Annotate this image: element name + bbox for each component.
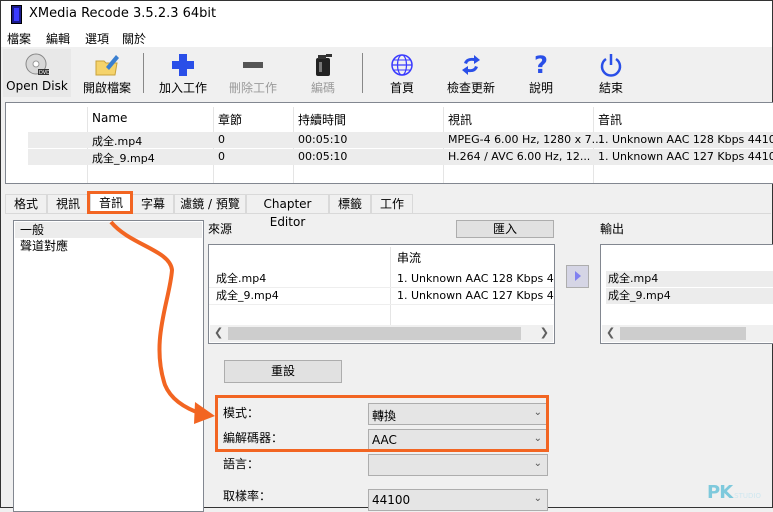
globe-icon <box>389 53 415 77</box>
horizontal-scrollbar[interactable]: ❮ ❯ <box>210 325 553 342</box>
tab-tags[interactable]: 標籤 <box>329 194 371 213</box>
open-disk-button[interactable]: DVD Open Disk <box>3 49 71 97</box>
source-stream-grid[interactable]: 串流 成全.mp4 1. Unknown AAC 128 Kbps 441...… <box>208 244 555 344</box>
tab-jobs[interactable]: 工作 <box>371 194 413 213</box>
scrollbar-thumb[interactable] <box>228 327 521 340</box>
film-canister-icon <box>310 53 336 77</box>
copy-to-output-button[interactable] <box>566 265 589 288</box>
table-row[interactable]: 成全_9.mp4 1. Unknown AAC 127 Kbps 441... <box>209 288 554 305</box>
menu-file[interactable]: 檔案 <box>7 30 31 47</box>
mode-select[interactable]: 轉換 ⌄ <box>368 403 548 425</box>
power-icon <box>598 53 624 77</box>
output-label: 輸出 <box>600 222 625 236</box>
language-label: 語言： <box>223 457 260 471</box>
disc-icon: DVD <box>24 53 50 77</box>
column-header-duration[interactable]: 持續時間 <box>298 111 346 128</box>
output-grid[interactable]: 成全.mp4 成全_9.mp4 ❮ <box>600 244 773 344</box>
home-button[interactable]: 首頁 <box>379 49 425 97</box>
folder-icon <box>94 53 120 77</box>
app-window: XMedia Recode 3.5.2.3 64bit 檔案 編輯 選項 關於 … <box>0 0 773 512</box>
open-file-button[interactable]: 開啟檔案 <box>76 49 138 97</box>
source-label: 來源 <box>208 222 233 236</box>
menu-about[interactable]: 關於 <box>122 30 146 47</box>
toolbar-separator <box>143 53 144 93</box>
tab-video[interactable]: 視訊 <box>47 194 89 213</box>
codec-select[interactable]: AAC ⌄ <box>368 429 548 451</box>
column-header-video[interactable]: 視訊 <box>448 111 472 128</box>
title-bar: XMedia Recode 3.5.2.3 64bit <box>1 1 772 28</box>
remove-job-button[interactable]: 刪除工作 <box>223 49 283 97</box>
reset-button[interactable]: 重設 <box>224 360 342 383</box>
play-arrow-icon <box>574 271 581 281</box>
import-button[interactable]: 匯入 <box>456 220 554 238</box>
svg-text:DVD: DVD <box>39 70 50 76</box>
add-job-button[interactable]: 加入工作 <box>153 49 213 97</box>
audio-category-list[interactable]: 一般 聲道對應 <box>13 220 204 512</box>
table-row[interactable]: 成全_9.mp4 0 00:05:10 H.264 / AVC 6.00 Hz,… <box>28 149 773 165</box>
column-header-chapters[interactable]: 章節 <box>218 111 242 128</box>
scroll-right-icon[interactable]: ❯ <box>540 326 549 339</box>
column-header-audio[interactable]: 音訊 <box>598 111 622 128</box>
table-row[interactable]: 成全.mp4 <box>606 271 773 287</box>
table-row[interactable]: 成全_9.mp4 <box>606 288 773 304</box>
menu-bar: 檔案 編輯 選項 關於 <box>1 28 772 47</box>
chevron-down-icon: ⌄ <box>533 407 542 418</box>
codec-label: 編解碼器： <box>223 431 284 445</box>
plus-icon <box>170 53 196 77</box>
tab-audio[interactable]: 音訊 <box>90 193 132 213</box>
app-icon <box>11 5 22 24</box>
list-item-channel-mapping[interactable]: 聲道對應 <box>15 238 202 254</box>
column-header-stream: 串流 <box>397 251 422 265</box>
scroll-left-icon[interactable]: ❮ <box>214 326 223 339</box>
language-select[interactable]: ⌄ <box>368 454 548 476</box>
tab-format[interactable]: 格式 <box>5 194 47 213</box>
toolbar-separator <box>362 53 363 93</box>
menu-options[interactable]: 選項 <box>85 30 109 47</box>
tab-subtitle[interactable]: 字幕 <box>132 194 174 213</box>
column-header-name[interactable]: Name <box>92 111 127 125</box>
horizontal-scrollbar[interactable]: ❮ <box>602 325 773 342</box>
help-button[interactable]: ? 說明 <box>521 49 561 97</box>
watermark: PK STUDIO <box>707 482 761 503</box>
file-list[interactable]: Name 章節 持續時間 視訊 音訊 成全.mp4 0 00:05:10 MPE… <box>5 102 773 184</box>
mode-label: 模式： <box>223 406 260 420</box>
toolbar: DVD Open Disk 開啟檔案 加入工作 刪除工作 編碼 首頁 檢查更新 … <box>1 47 772 99</box>
tab-filter-preview[interactable]: 濾鏡 / 預覽 <box>174 194 246 213</box>
scroll-left-icon[interactable]: ❮ <box>606 326 615 339</box>
exit-button[interactable]: 結束 <box>591 49 631 97</box>
samplerate-label: 取樣率： <box>223 489 272 503</box>
chevron-down-icon: ⌄ <box>533 458 542 469</box>
encode-button[interactable]: 編碼 <box>298 49 348 97</box>
table-row[interactable]: 成全.mp4 0 00:05:10 MPEG-4 6.00 Hz, 1280 x… <box>28 132 773 148</box>
table-row[interactable]: 成全.mp4 1. Unknown AAC 128 Kbps 441... <box>209 271 554 288</box>
menu-edit[interactable]: 編輯 <box>46 30 70 47</box>
window-title: XMedia Recode 3.5.2.3 64bit <box>29 6 217 21</box>
refresh-icon <box>458 53 484 77</box>
tab-chapter-editor[interactable]: Chapter Editor <box>246 194 329 229</box>
chevron-down-icon: ⌄ <box>533 493 542 504</box>
chevron-down-icon: ⌄ <box>533 433 542 444</box>
list-item-general[interactable]: 一般 <box>15 222 202 238</box>
minus-icon <box>240 53 266 77</box>
question-mark-icon: ? <box>534 51 548 79</box>
scrollbar-thumb[interactable] <box>620 327 746 340</box>
check-update-button[interactable]: 檢查更新 <box>441 49 501 97</box>
